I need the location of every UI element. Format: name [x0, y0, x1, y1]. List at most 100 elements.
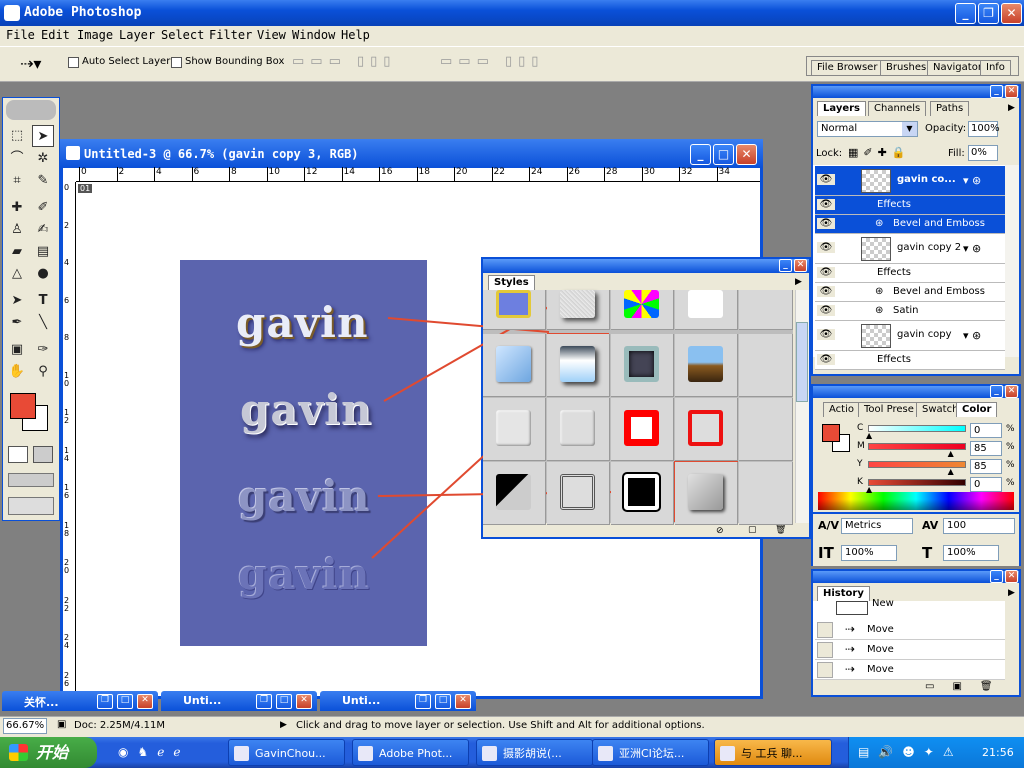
layer-row[interactable]: 👁 Effects [815, 196, 1005, 215]
effects-badge-icon[interactable]: ▾ ⊛ [963, 174, 981, 187]
history-menu-arrow-icon[interactable]: ▶ [1008, 588, 1015, 598]
layer-row[interactable]: 👁 ▾ ⊛ gavin copy 2 [815, 234, 1005, 264]
horizontal-scale-field[interactable]: 100% [943, 545, 999, 561]
visibility-eye-icon[interactable]: 👁 [817, 198, 835, 210]
channel-value-field[interactable]: 0 [970, 477, 1002, 492]
visibility-eye-icon[interactable]: 👁 [817, 217, 835, 229]
layer-row[interactable]: 👁 Effects [815, 264, 1005, 283]
tracking-select[interactable]: 100 [943, 518, 1015, 534]
minimized-restore-button[interactable]: ❐ [415, 694, 431, 709]
style-swatch[interactable] [675, 462, 738, 525]
history-source-checkbox[interactable] [817, 622, 833, 638]
minimized-window[interactable]: Unti... ❐ □ ✕ [161, 691, 317, 711]
foreground-color-swatch[interactable] [10, 393, 36, 419]
channel-slider[interactable] [868, 479, 966, 486]
layer-row[interactable]: 👁 ⊛ Satin [815, 302, 1005, 321]
style-swatch[interactable] [739, 334, 793, 397]
visibility-eye-icon[interactable]: 👁 [817, 285, 835, 297]
color-spectrum-bar[interactable] [818, 492, 1014, 510]
tab-channels[interactable]: Channels [868, 101, 927, 116]
vertical-scale-field[interactable]: 100% [841, 545, 897, 561]
visibility-eye-icon[interactable]: 👁 [817, 174, 835, 185]
color-fg-swatch[interactable] [822, 424, 840, 442]
style-swatch[interactable] [483, 334, 546, 397]
blend-mode-dropdown-icon[interactable]: ▼ [902, 122, 917, 136]
style-swatch[interactable] [611, 334, 674, 397]
effects-badge-icon[interactable]: ▾ ⊛ [963, 329, 981, 342]
channel-slider[interactable] [868, 425, 966, 432]
tray-icons[interactable]: ▤🔊☻✦⚠ [858, 745, 963, 759]
tab-layers[interactable]: Layers [817, 101, 866, 116]
layer-row[interactable]: 👁 Effects [815, 351, 1005, 370]
layer-row[interactable]: 👁 ⊛ Bevel and Emboss [815, 283, 1005, 302]
tab-color[interactable]: Color [956, 402, 998, 417]
visibility-eye-icon[interactable]: 👁 [817, 353, 835, 365]
minimized-window[interactable]: Unti... ❐ □ ✕ [320, 691, 476, 711]
opacity-field[interactable]: 100% [968, 121, 1000, 137]
color-minimize-button[interactable]: _ [990, 385, 1003, 398]
style-swatch[interactable] [547, 290, 610, 330]
style-swatch[interactable] [611, 462, 674, 525]
history-state-row[interactable]: ⇢ Move [815, 640, 1005, 660]
slider-triangle-icon[interactable]: ▲ [948, 449, 954, 458]
tab-history[interactable]: History [817, 586, 870, 601]
slider-triangle-icon[interactable]: ▲ [866, 485, 872, 494]
taskbar-item[interactable]: 摄影胡说(... [476, 739, 593, 766]
tab-paths[interactable]: Paths [930, 101, 970, 116]
history-state-row[interactable]: ⇢ Move [815, 620, 1005, 640]
style-swatch[interactable] [675, 334, 738, 397]
style-swatch[interactable] [483, 398, 546, 461]
visibility-eye-icon[interactable]: 👁 [817, 304, 835, 316]
taskbar-item[interactable]: 亚洲CI论坛... [592, 739, 709, 766]
tab-tool-presets[interactable]: Tool Prese [858, 402, 920, 417]
minimized-maximize-button[interactable]: □ [117, 694, 133, 709]
slider-triangle-icon[interactable]: ▲ [948, 467, 954, 476]
lock-icons[interactable]: ▦✐✚🔒 [848, 146, 911, 159]
taskbar-item[interactable]: 与 工兵 聊... [714, 739, 832, 766]
style-swatch[interactable] [483, 290, 546, 330]
minimized-window[interactable]: 关怀... ❐ □ ✕ [2, 691, 158, 711]
style-swatch[interactable] [547, 462, 610, 525]
layers-close-button[interactable]: ✕ [1005, 85, 1018, 98]
channel-value-field[interactable]: 85 [970, 441, 1002, 456]
style-swatch[interactable] [547, 334, 610, 397]
kerning-select[interactable]: Metrics [841, 518, 913, 534]
style-swatch[interactable] [739, 462, 793, 525]
history-close-button[interactable]: ✕ [1005, 570, 1018, 583]
minimized-close-button[interactable]: ✕ [296, 694, 312, 709]
effects-badge-icon[interactable]: ▾ ⊛ [963, 242, 981, 255]
channel-value-field[interactable]: 0 [970, 423, 1002, 438]
history-source-checkbox[interactable] [817, 642, 833, 658]
minimized-close-button[interactable]: ✕ [455, 694, 471, 709]
status-arrow-icon[interactable]: ▶ [280, 720, 287, 730]
tab-actions[interactable]: Actio [823, 402, 860, 417]
style-swatch[interactable] [611, 290, 674, 330]
fill-field[interactable]: 0% [968, 145, 998, 161]
style-swatch[interactable] [675, 290, 738, 330]
style-swatch[interactable] [739, 290, 793, 330]
style-swatch[interactable] [675, 398, 738, 461]
taskbar-item[interactable]: Adobe Phot... [352, 739, 469, 766]
slider-triangle-icon[interactable]: ▲ [866, 431, 872, 440]
style-swatch[interactable] [547, 398, 610, 461]
layers-minimize-button[interactable]: _ [990, 85, 1003, 98]
layers-scrollbar[interactable] [1005, 165, 1019, 357]
visibility-eye-icon[interactable]: 👁 [817, 329, 835, 340]
style-swatch[interactable] [483, 462, 546, 525]
minimized-maximize-button[interactable]: □ [435, 694, 451, 709]
zoom-field[interactable]: 66.67% [3, 718, 47, 734]
history-source-checkbox[interactable] [817, 662, 833, 678]
minimized-maximize-button[interactable]: □ [276, 694, 292, 709]
channel-value-field[interactable]: 85 [970, 459, 1002, 474]
visibility-eye-icon[interactable]: 👁 [817, 266, 835, 278]
quicklaunch-icons[interactable]: ◉♞ℯℯ [118, 745, 213, 761]
minimized-restore-button[interactable]: ❐ [97, 694, 113, 709]
layers-menu-arrow-icon[interactable]: ▶ [1008, 103, 1015, 113]
style-swatch[interactable] [739, 398, 793, 461]
style-swatch[interactable] [611, 398, 674, 461]
layer-row[interactable]: 👁 ⊛ Bevel and Emboss [815, 215, 1005, 234]
doc-size-text[interactable]: Doc: 2.25M/4.11M [74, 720, 165, 731]
color-close-button[interactable]: ✕ [1005, 385, 1018, 398]
history-minimize-button[interactable]: _ [990, 570, 1003, 583]
visibility-eye-icon[interactable]: 👁 [817, 242, 835, 253]
